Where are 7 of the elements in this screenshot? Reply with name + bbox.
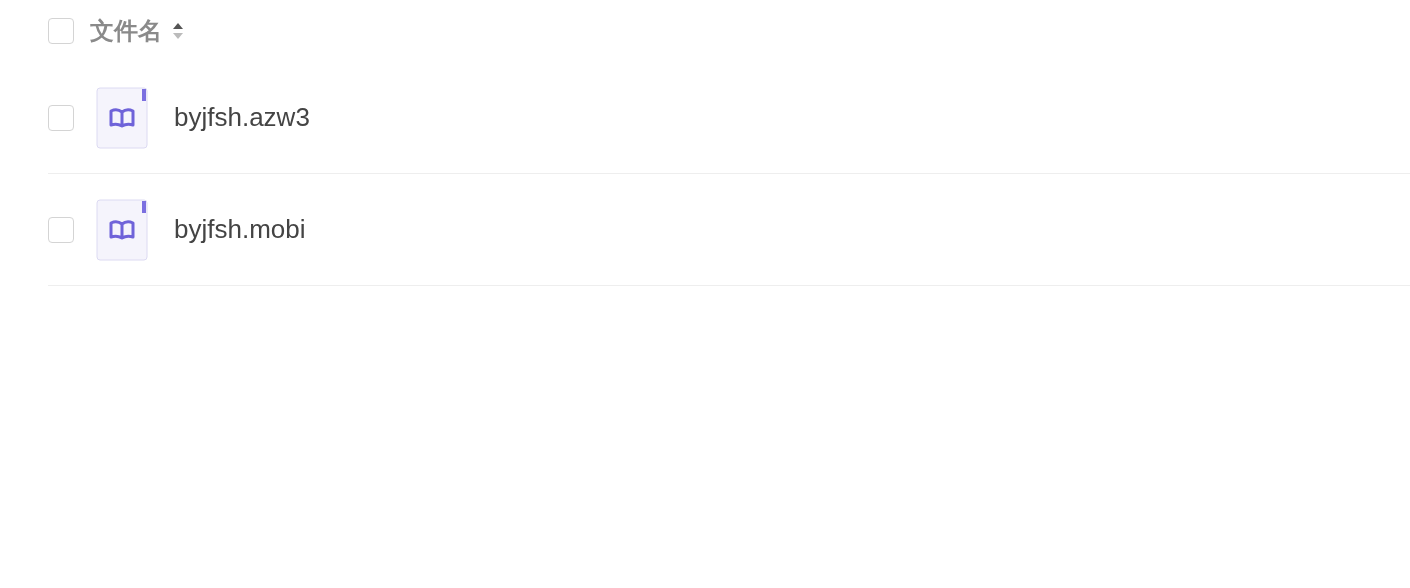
ebook-file-icon (96, 198, 148, 261)
checkbox[interactable] (48, 104, 74, 131)
checkbox[interactable] (48, 216, 74, 243)
file-name[interactable]: byjfsh.mobi (174, 214, 306, 245)
file-name[interactable]: byjfsh.azw3 (174, 102, 310, 133)
ebook-file-icon (96, 86, 148, 149)
checkbox[interactable] (48, 18, 74, 44)
